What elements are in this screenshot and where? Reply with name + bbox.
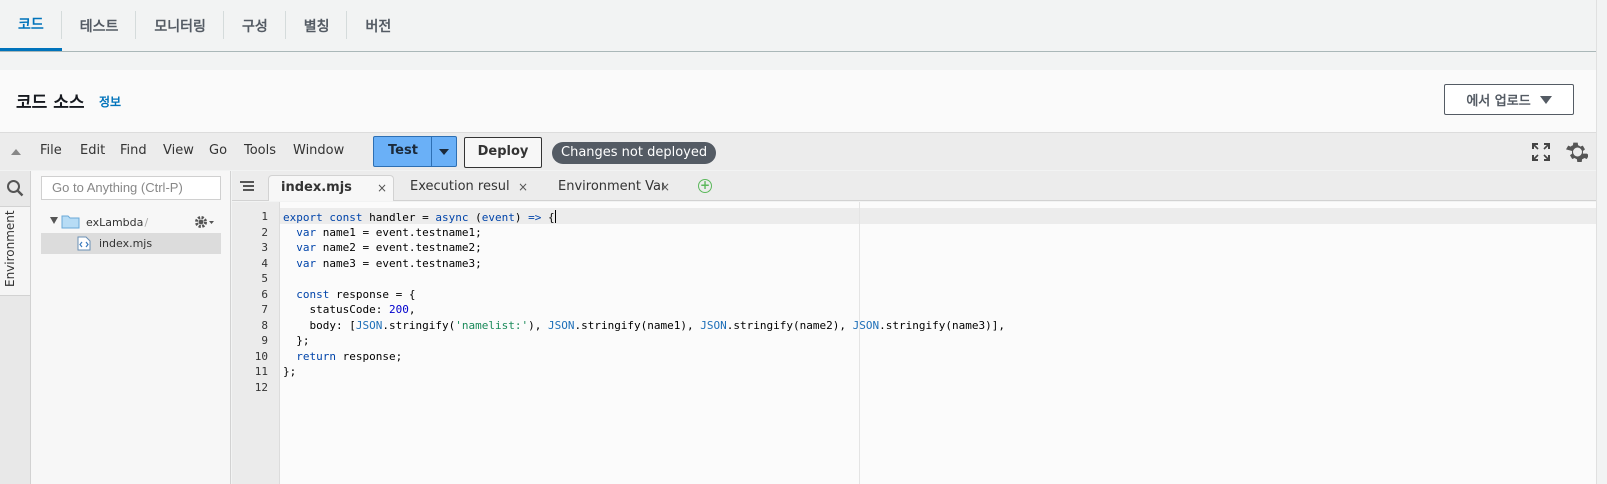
line-number: 5 (261, 272, 268, 285)
deploy-button[interactable]: Deploy (464, 137, 542, 168)
close-icon[interactable]: × (518, 175, 528, 199)
tab-aliases[interactable]: 별칭 (286, 0, 348, 51)
environment-tab-label: Environment (3, 210, 17, 287)
tab-test[interactable]: 테스트 (62, 0, 137, 51)
test-button-label: Test (388, 143, 418, 158)
search-icon[interactable] (6, 179, 24, 197)
tab-list-icon[interactable] (240, 181, 254, 192)
code-line: export const handler = async (event) => … (283, 210, 556, 224)
menu-tools[interactable]: Tools (244, 143, 276, 158)
status-badge: Changes not deployed (552, 142, 717, 164)
collapse-icon[interactable] (11, 149, 21, 155)
editor-tab-index-mjs[interactable]: index.mjs × (268, 175, 394, 201)
code-editor[interactable]: 1 2 3 4 5 6 7 8 9 10 11 12 export const … (232, 202, 1596, 484)
code-line: }; (283, 365, 297, 378)
line-number: 12 (254, 380, 268, 394)
line-number: 6 (261, 287, 268, 301)
code-line: }; (283, 334, 310, 347)
menu-edit[interactable]: Edit (80, 143, 105, 158)
code-line: return response; (296, 349, 403, 363)
expand-arrow-icon[interactable] (50, 217, 58, 224)
top-tab-bar: 코드 테스트 모니터링 구성 별칭 버전 (0, 0, 1596, 52)
tree-settings-icon[interactable] (193, 214, 215, 230)
line-number: 3 (261, 241, 268, 254)
environment-tab[interactable]: Environment (0, 206, 30, 296)
code-line: body: [JSON.stringify('namelist:'), JSON… (283, 318, 1005, 332)
tab-configuration[interactable]: 구성 (224, 0, 286, 51)
line-number: 7 (261, 303, 268, 316)
line-number: 11 (254, 365, 268, 378)
tab-label: 코드 (18, 17, 44, 33)
close-icon[interactable]: × (660, 175, 670, 199)
left-rail: Environment (0, 171, 31, 484)
file-item-index-mjs[interactable]: index.mjs (41, 233, 221, 254)
tab-monitoring[interactable]: 모니터링 (136, 0, 224, 51)
menu-go[interactable]: Go (209, 143, 227, 158)
code-line: const response = { (296, 287, 416, 301)
line-number-gutter: 1 2 3 4 5 6 7 8 9 10 11 12 (232, 202, 280, 484)
folder-icon (61, 215, 80, 229)
editor-tab-execution-results[interactable]: Execution results × (398, 175, 534, 201)
ide-menubar: File Edit Find View Go Tools Window Test… (0, 132, 1596, 170)
go-to-anything-input[interactable]: Go to Anything (Ctrl-P) (41, 176, 221, 200)
code-line: statusCode: 200, (283, 303, 416, 316)
dropdown-arrow-icon[interactable] (439, 149, 449, 155)
editor-tab-bar: index.mjs × Execution results × Environm… (232, 171, 1596, 201)
page-title: 코드 소스 (16, 93, 85, 113)
caret-down-icon (1539, 95, 1552, 104)
settings-gear-icon[interactable] (1564, 140, 1588, 164)
folder-name[interactable]: exLambda (86, 216, 143, 229)
page-scrollbar[interactable] (1596, 0, 1607, 484)
code-source-header: 코드 소스 정보 에서 업로드 (0, 70, 1596, 132)
tab-label: 별칭 (303, 18, 330, 35)
tab-label: 구성 (241, 18, 268, 35)
line-number: 10 (254, 349, 268, 363)
text-cursor (554, 210, 556, 223)
print-margin (859, 202, 860, 484)
menu-file[interactable]: File (40, 143, 62, 158)
upload-from-button[interactable]: 에서 업로드 (1444, 84, 1574, 115)
code-line: var name3 = event.testname3; (296, 256, 482, 270)
test-button[interactable]: Test (373, 136, 457, 167)
add-tab-icon[interactable]: + (698, 179, 712, 193)
editor-tab-label: Execution results (410, 179, 510, 194)
menu-window[interactable]: Window (293, 143, 344, 158)
file-tree: Go to Anything (Ctrl-P) exLambda - / ind… (31, 171, 231, 484)
js-file-icon (77, 236, 91, 251)
fullscreen-icon[interactable] (1532, 143, 1550, 161)
line-number: 8 (261, 318, 268, 332)
editor-tab-environment-variables[interactable]: Environment Vari × (538, 175, 680, 201)
editor-tab-label: index.mjs (281, 180, 352, 195)
menu-view[interactable]: View (163, 143, 194, 158)
tab-versions[interactable]: 버전 (347, 0, 409, 51)
close-icon[interactable]: × (377, 176, 387, 200)
line-number: 4 (261, 256, 268, 270)
info-link[interactable]: 정보 (99, 93, 121, 110)
code-line: var name1 = event.testname1; (296, 225, 482, 239)
tab-label: 테스트 (79, 18, 119, 35)
line-number: 2 (261, 225, 268, 239)
file-name: index.mjs (99, 237, 153, 250)
line-number: 9 (261, 334, 268, 347)
tab-code[interactable]: 코드 (0, 0, 62, 51)
tab-label: 버전 (365, 18, 392, 35)
tab-label: 모니터링 (154, 18, 206, 35)
folder-path-suffix: - / (137, 216, 149, 229)
editor-tab-label: Environment Vari (558, 179, 664, 194)
upload-button-label: 에서 업로드 (1466, 94, 1531, 109)
menu-find[interactable]: Find (120, 143, 147, 158)
code-line: var name2 = event.testname2; (296, 241, 482, 254)
line-number: 1 (261, 210, 268, 223)
